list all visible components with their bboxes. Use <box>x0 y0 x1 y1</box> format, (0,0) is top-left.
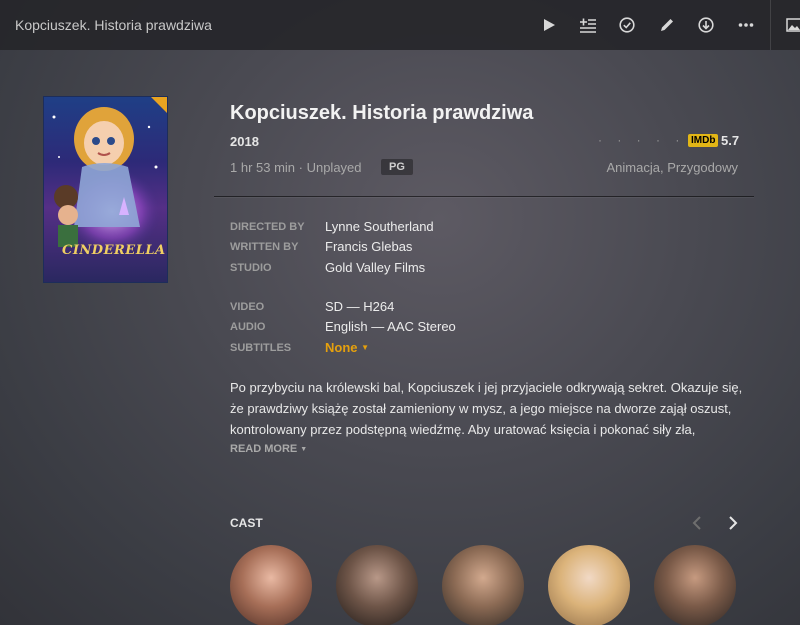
video-value: SD — H264 <box>325 299 395 314</box>
duration-and-status: 1 hr 53 min · Unplayed <box>230 160 362 175</box>
poster-title-text: CINDERELLA <box>62 243 166 258</box>
read-more-button[interactable]: READ MORE ▼ <box>230 443 307 455</box>
cast-avatar[interactable] <box>654 545 736 625</box>
subtitles-dropdown[interactable]: None ▼ <box>325 340 369 355</box>
audio-value[interactable]: English — AAC Stereo <box>325 319 456 334</box>
more-icon[interactable] <box>734 13 758 37</box>
subtitles-value: None <box>325 340 358 355</box>
cast-avatar[interactable] <box>230 545 312 625</box>
imdb-score: 5.7 <box>721 133 740 148</box>
edit-icon[interactable] <box>655 13 679 37</box>
cast-prev-icon[interactable] <box>689 514 705 532</box>
mark-watched-icon[interactable] <box>615 13 639 37</box>
download-icon[interactable] <box>694 13 718 37</box>
chevron-down-icon: ▼ <box>300 446 308 453</box>
content-rating-badge: PG <box>381 159 413 175</box>
window-title: Kopciuszek. Historia prawdziwa <box>15 17 212 33</box>
director-link[interactable]: Lynne Southerland <box>325 219 434 234</box>
genres: Animacja, Przygodowy <box>606 160 739 175</box>
poster-corner-badge <box>151 97 167 113</box>
top-bar: Kopciuszek. Historia prawdziwa <box>0 0 800 50</box>
cast-avatar[interactable] <box>548 545 630 625</box>
directed-by-label: DIRECTED BY <box>230 221 305 233</box>
user-rating-stars[interactable]: · · · · · <box>598 133 685 147</box>
writer-link[interactable]: Francis Glebas <box>325 239 412 254</box>
movie-year: 2018 <box>230 134 259 149</box>
cast-heading: CAST <box>230 516 263 530</box>
audio-label: AUDIO <box>230 321 266 333</box>
play-icon[interactable] <box>537 13 561 37</box>
cast-avatar[interactable] <box>336 545 418 625</box>
toolbar-divider <box>770 0 771 50</box>
cast-next-icon[interactable] <box>725 514 741 532</box>
subtitles-label: SUBTITLES <box>230 342 292 354</box>
cast-avatar[interactable] <box>442 545 524 625</box>
video-label: VIDEO <box>230 301 265 313</box>
written-by-label: WRITTEN BY <box>230 241 299 253</box>
movie-summary: Po przybyciu na królewski bal, Kopciusze… <box>230 380 743 437</box>
add-to-queue-icon[interactable] <box>576 13 600 37</box>
chevron-down-icon: ▼ <box>361 343 370 352</box>
section-divider <box>214 196 754 197</box>
imdb-logo: IMDb <box>688 134 719 147</box>
studio-link[interactable]: Gold Valley Films <box>325 260 425 275</box>
image-icon[interactable] <box>782 13 800 37</box>
movie-poster[interactable]: CINDERELLA <box>43 96 168 283</box>
movie-title: Kopciuszek. Historia prawdziwa <box>230 102 534 124</box>
read-more-label: READ MORE <box>230 443 298 455</box>
studio-label: STUDIO <box>230 262 272 274</box>
